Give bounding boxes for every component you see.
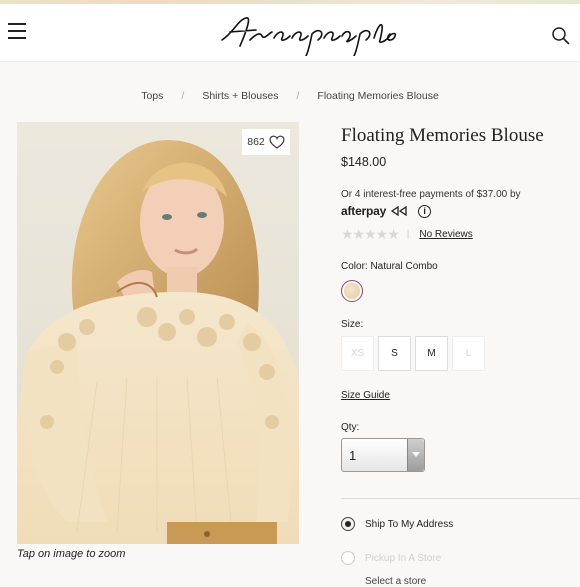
color-label: Color: Natural Combo [341,261,438,272]
product-price: $148.00 [341,155,387,169]
size-button-s[interactable]: S [378,336,411,371]
size-label: Size: [341,319,364,330]
pickup-in-store-label: Pickup In A Store [365,552,442,564]
chevron-down-icon [407,439,424,471]
afterpay-logo: afterpay [341,204,387,218]
free-people-logo[interactable] [216,10,398,57]
zoom-caption: Tap on image to zoom [17,548,126,560]
like-count: 862 [247,136,265,148]
reviews-row: ★★★★★ | No Reviews [341,226,473,243]
favorite-button[interactable]: 862 [242,129,290,155]
breadcrumb: Tops / Shirts + Blouses / Floating Memories … [0,90,580,102]
reviews-separator: | [406,229,410,240]
product-photo[interactable] [17,122,299,544]
qty-value: 1 [349,448,357,463]
divider [341,498,580,499]
search-icon[interactable] [551,26,571,46]
product-title: Floating Memories Blouse [341,125,544,146]
qty-select[interactable]: 1 [341,438,425,472]
logo-script [221,17,397,57]
site-header [0,4,580,62]
size-guide-link[interactable]: Size Guide [341,390,390,401]
select-store-text: Select a store [365,576,427,587]
model-illustration [17,122,299,544]
reviews-link[interactable]: No Reviews [419,229,472,240]
color-swatch-natural-combo[interactable] [341,280,363,302]
breadcrumb-tops[interactable]: Tops [141,90,163,102]
size-button-l[interactable]: L [452,336,485,371]
pickup-in-store-option[interactable]: Pickup In A Store [341,551,441,565]
breadcrumb-separator: / [181,90,185,102]
info-icon[interactable]: i [418,204,432,218]
rating-stars: ★★★★★ [341,226,400,242]
afterpay-text: Or 4 interest-free payments of $37.00 by [341,189,521,200]
size-button-xs[interactable]: XS [341,336,374,371]
breadcrumb-shirts-blouses[interactable]: Shirts + Blouses [202,90,278,102]
heart-icon [269,135,285,149]
ship-to-address-option[interactable]: Ship To My Address [341,517,453,531]
breadcrumb-current[interactable]: Floating Memories Blouse [317,90,438,102]
size-button-m[interactable]: M [415,336,448,371]
afterpay-arrows-icon [390,205,407,217]
ship-to-address-label: Ship To My Address [365,518,454,530]
hamburger-menu-icon[interactable] [8,23,26,39]
radio-pickup-in-store[interactable] [341,551,355,565]
afterpay-row: afterpay i [341,203,432,219]
breadcrumb-separator: / [296,90,300,102]
qty-label: Qty: [341,422,360,433]
size-selector: XS S M L [341,336,485,371]
radio-ship-to-address[interactable] [341,517,355,531]
